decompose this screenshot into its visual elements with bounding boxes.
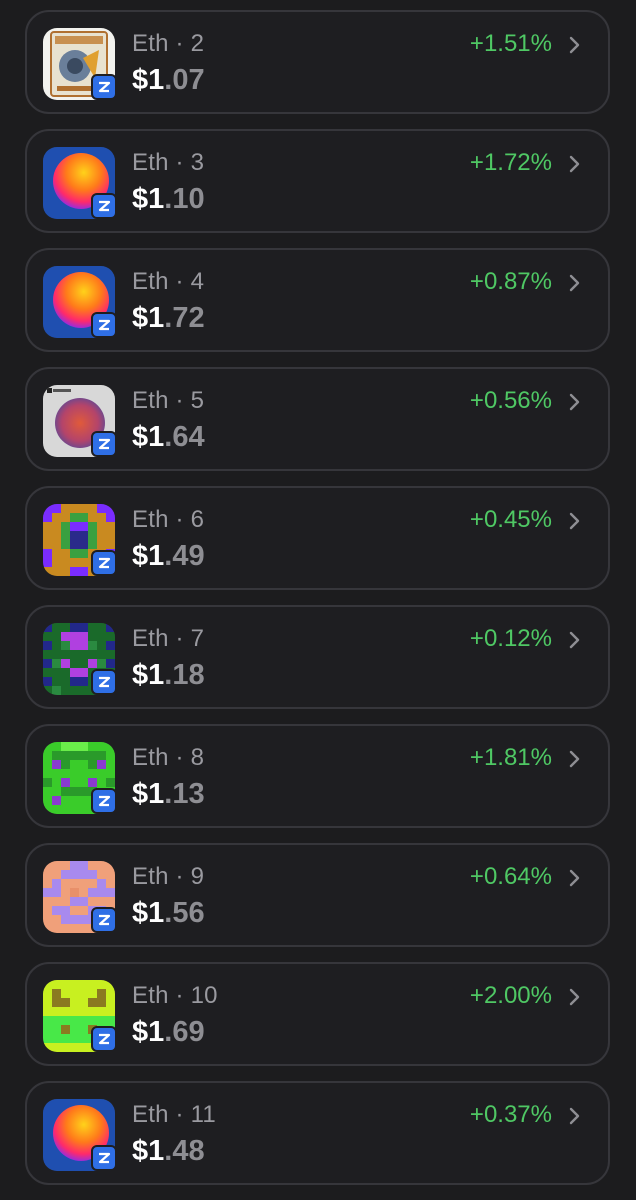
token-price: $1.56 xyxy=(132,897,205,929)
token-card[interactable]: Eth · 5 $1.64 +0.56% xyxy=(25,367,610,471)
token-subtitle: Eth · 8 xyxy=(132,744,205,771)
token-price: $1.07 xyxy=(132,64,205,96)
price-change: +0.56% xyxy=(469,387,552,414)
token-price: $1.72 xyxy=(132,302,205,334)
zora-chain-icon xyxy=(91,431,117,457)
token-card[interactable]: Eth · 7 $1.18 +0.12% xyxy=(25,605,610,709)
zora-chain-icon xyxy=(91,74,117,100)
zora-chain-icon xyxy=(91,312,117,338)
zora-chain-icon xyxy=(91,550,117,576)
token-price: $1.64 xyxy=(132,421,205,453)
chevron-right-icon xyxy=(566,391,584,413)
price-change: +1.81% xyxy=(469,744,552,771)
zora-chain-icon xyxy=(91,1026,117,1052)
token-subtitle: Eth · 10 xyxy=(132,982,218,1009)
zora-chain-icon xyxy=(91,1145,117,1171)
chevron-right-icon xyxy=(566,272,584,294)
chevron-right-icon xyxy=(566,1105,584,1127)
token-subtitle: Eth · 11 xyxy=(132,1101,216,1128)
zora-chain-icon xyxy=(91,193,117,219)
token-card[interactable]: Eth · 8 $1.13 +1.81% xyxy=(25,724,610,828)
zora-chain-icon xyxy=(91,788,117,814)
token-card[interactable]: Eth · 4 $1.72 +0.87% xyxy=(25,248,610,352)
token-subtitle: Eth · 3 xyxy=(132,149,205,176)
price-change: +0.87% xyxy=(469,268,552,295)
token-card[interactable]: Eth · 9 $1.56 +0.64% xyxy=(25,843,610,947)
chevron-right-icon xyxy=(566,510,584,532)
chevron-right-icon xyxy=(566,34,584,56)
chevron-right-icon xyxy=(566,629,584,651)
token-subtitle: Eth · 7 xyxy=(132,625,205,652)
zora-chain-icon xyxy=(91,907,117,933)
token-subtitle: Eth · 6 xyxy=(132,506,205,533)
token-price: $1.69 xyxy=(132,1016,205,1048)
token-card[interactable]: Eth · 6 $1.49 +0.45% xyxy=(25,486,610,590)
zora-chain-icon xyxy=(91,669,117,695)
chevron-right-icon xyxy=(566,986,584,1008)
token-list: Eth · 2 $1.07 +1.51% Eth · 3 $1.10 +1.72… xyxy=(0,0,636,1200)
token-subtitle: Eth · 2 xyxy=(132,30,205,57)
token-subtitle: Eth · 4 xyxy=(132,268,205,295)
token-card[interactable]: Eth · 11 $1.48 +0.37% xyxy=(25,1081,610,1185)
chevron-right-icon xyxy=(566,867,584,889)
token-subtitle: Eth · 5 xyxy=(132,387,205,414)
chevron-right-icon xyxy=(566,748,584,770)
token-price: $1.49 xyxy=(132,540,205,572)
price-change: +0.12% xyxy=(469,625,552,652)
price-change: +1.51% xyxy=(469,30,552,57)
chevron-right-icon xyxy=(566,153,584,175)
token-price: $1.13 xyxy=(132,778,205,810)
token-card[interactable]: Eth · 10 $1.69 +2.00% xyxy=(25,962,610,1066)
token-price: $1.10 xyxy=(132,183,205,215)
price-change: +0.64% xyxy=(469,863,552,890)
token-price: $1.18 xyxy=(132,659,205,691)
price-change: +2.00% xyxy=(469,982,552,1009)
price-change: +0.37% xyxy=(469,1101,552,1128)
token-card[interactable]: Eth · 3 $1.10 +1.72% xyxy=(25,129,610,233)
token-price: $1.48 xyxy=(132,1135,205,1167)
price-change: +0.45% xyxy=(469,506,552,533)
token-subtitle: Eth · 9 xyxy=(132,863,205,890)
token-card[interactable]: Eth · 2 $1.07 +1.51% xyxy=(25,10,610,114)
price-change: +1.72% xyxy=(469,149,552,176)
